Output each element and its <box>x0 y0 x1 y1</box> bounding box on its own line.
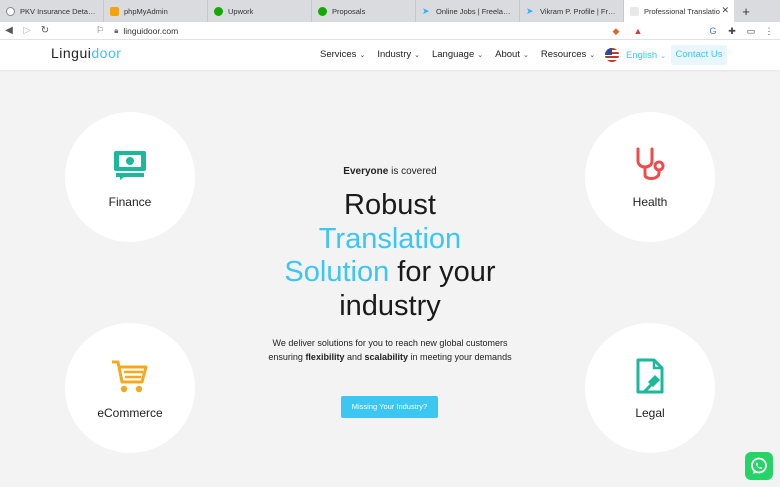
hero-subtitle: We deliver solutions for you to reach ne… <box>268 338 512 362</box>
reload-button[interactable]: ↻ <box>36 25 54 36</box>
nav-about[interactable]: About ⌄ <box>495 49 529 60</box>
everyone-covered-text: Everyone is covered <box>343 166 437 177</box>
bookmark-icon[interactable]: ⚐ <box>96 25 104 36</box>
freelancer-icon: ➤ <box>422 5 430 16</box>
page-icon <box>630 6 639 16</box>
back-button[interactable]: ◀ <box>0 25 18 36</box>
forward-button[interactable]: ▷ <box>18 25 36 36</box>
browser-tab-active[interactable]: Professional Translatio ✕ <box>624 0 734 22</box>
whatsapp-button[interactable] <box>745 452 773 480</box>
browser-tab[interactable]: Proposals <box>312 0 416 22</box>
brave-shield-icon[interactable]: ◆ <box>610 25 622 37</box>
freelancer-icon: ➤ <box>526 5 534 16</box>
industry-ecommerce-card[interactable]: eCommerce <box>65 323 195 453</box>
nav-industry[interactable]: Industry ⌄ <box>377 49 420 60</box>
url-field[interactable]: linguidoor.com <box>123 26 178 36</box>
industry-legal-card[interactable]: Legal <box>585 323 715 453</box>
missing-industry-button[interactable]: Missing Your Industry? <box>341 396 438 418</box>
language-selector[interactable]: English ⌄ <box>626 50 666 61</box>
nav-services[interactable]: Services ⌄ <box>320 49 365 60</box>
nav-resources[interactable]: Resources ⌄ <box>541 49 595 60</box>
translate-icon[interactable]: G <box>707 25 719 37</box>
chevron-down-icon: ⌄ <box>589 52 596 59</box>
chevron-down-icon: ⌄ <box>477 52 484 59</box>
browser-tab[interactable]: ➤Vikram P. Profile | Freelan <box>520 0 624 22</box>
shopping-cart-icon <box>112 360 148 393</box>
chevron-down-icon: ⌄ <box>359 52 366 59</box>
brave-rewards-icon[interactable]: ▲ <box>632 25 644 37</box>
whatsapp-icon <box>751 457 767 474</box>
upwork-icon <box>318 6 327 16</box>
industry-health-card[interactable]: Health <box>585 112 715 242</box>
browser-tab[interactable]: PKV Insurance Details | Ad <box>0 0 104 22</box>
industry-label: Health <box>632 195 668 209</box>
contact-us-button[interactable]: Contact Us <box>671 45 727 65</box>
browser-tab[interactable]: phpMyAdmin <box>104 0 208 22</box>
wallet-icon[interactable]: ▭ <box>745 25 757 37</box>
extensions-icon[interactable]: ✚ <box>726 25 738 37</box>
browser-tab[interactable]: ➤Online Jobs | Freelance Em <box>416 0 520 22</box>
money-icon <box>114 151 146 180</box>
us-flag-icon[interactable] <box>605 48 619 62</box>
hero-headline: Robust Translation Solution for your ind… <box>284 189 496 322</box>
browser-tab[interactable]: Upwork <box>208 0 312 22</box>
chevron-down-icon: ⌄ <box>522 52 529 59</box>
industry-label: eCommerce <box>97 406 163 420</box>
main-nav: Services ⌄ Industry ⌄ Language ⌄ About ⌄ Res… <box>320 49 607 60</box>
browser-tab-strip: PKV Insurance Details | Ad phpMyAdmin Up… <box>0 0 780 22</box>
close-tab-icon[interactable]: ✕ <box>721 5 729 16</box>
globe-icon <box>6 6 15 16</box>
upwork-icon <box>214 6 223 16</box>
site-logo[interactable]: Linguidoor <box>51 45 121 61</box>
lock-icon[interactable]: 🔒︎ <box>114 26 118 36</box>
chevron-down-icon: ⌄ <box>660 53 667 60</box>
menu-icon[interactable]: ⋮ <box>763 25 775 37</box>
chevron-down-icon: ⌄ <box>414 52 420 59</box>
stethoscope-icon <box>636 147 665 180</box>
new-tab-button[interactable]: + <box>734 0 758 22</box>
address-bar: ◀ ▷ ↻ ⚐ 🔒︎ linguidoor.com ◆ ▲ G ✚ ▭ ⋮ <box>0 22 780 40</box>
industry-label: Legal <box>635 406 665 420</box>
legal-document-icon <box>636 358 664 394</box>
industry-label: Finance <box>108 195 152 209</box>
phpmyadmin-icon <box>110 6 119 16</box>
industry-finance-card[interactable]: Finance <box>65 112 195 242</box>
site-header: Linguidoor Services ⌄ Industry ⌄ Language ⌄… <box>0 40 780 70</box>
nav-language[interactable]: Language ⌄ <box>432 49 483 60</box>
